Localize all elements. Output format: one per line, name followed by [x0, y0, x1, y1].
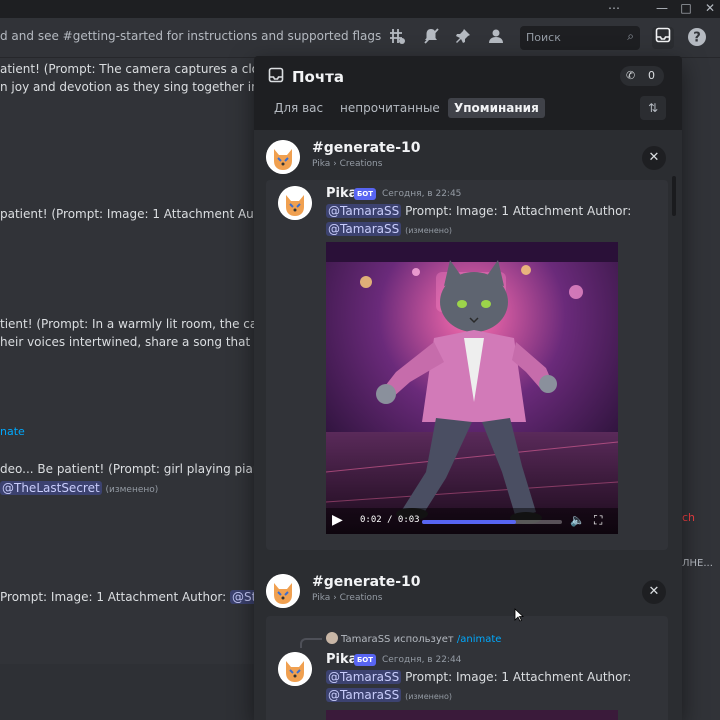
video-timestamp: 0:02 / 0:03 — [360, 515, 420, 525]
message-timestamp: Сегодня, в 22:45 — [382, 189, 462, 199]
chat-line: deo... Be patient! (Prompt: girl playing… — [0, 462, 272, 476]
members-icon[interactable] — [485, 27, 507, 49]
channel-path: Pika › Creations — [312, 159, 383, 169]
command-link[interactable]: nate — [0, 425, 25, 438]
chat-line: @TheLastSecret (изменено) — [0, 481, 158, 495]
play-icon[interactable]: ▶ — [332, 512, 343, 528]
scrollbar[interactable] — [672, 176, 676, 216]
help-icon[interactable]: ? — [686, 27, 708, 49]
inbox-icon — [268, 67, 286, 85]
video-progress — [422, 520, 516, 524]
sort-icon[interactable]: ⇅ — [640, 96, 666, 120]
svg-text:?: ? — [693, 31, 701, 46]
reply-connector — [300, 638, 322, 648]
inbox-title: Почта — [292, 68, 344, 86]
channel-name[interactable]: #generate-10 — [312, 140, 421, 156]
tab-mentions[interactable]: Упоминания — [448, 98, 545, 118]
user-mention[interactable]: @TamaraSS — [326, 670, 402, 684]
message-author[interactable]: Pika — [326, 652, 357, 667]
chat-line: patient! (Prompt: Image: 1 Attachment Au… — [0, 207, 267, 221]
reply-user: TamaraSS — [341, 634, 391, 645]
mute-icon[interactable] — [420, 27, 442, 49]
pika-avatar — [266, 140, 300, 174]
user-mention[interactable]: @TamaraSS — [326, 204, 402, 218]
video-attachment[interactable] — [326, 710, 618, 720]
maximize-button[interactable]: □ — [674, 0, 698, 18]
user-mention[interactable]: @TamaraSS — [326, 688, 402, 702]
window-titlebar: ⋯ — □ ✕ — [0, 0, 720, 18]
chat-divider-area — [0, 664, 254, 720]
search-input[interactable]: Поиск ⌕ — [520, 26, 640, 50]
message-text: @TamaraSS (изменено) — [326, 222, 452, 236]
fullscreen-icon[interactable]: ⛶ — [594, 513, 602, 528]
discord-window: ⋯ — □ ✕ d and see #getting-started for i… — [0, 0, 720, 720]
user-mention[interactable]: @TheLastSecret — [0, 481, 102, 495]
threads-icon[interactable] — [386, 27, 408, 49]
inbox-channel-row[interactable]: #generate-10 Pika › Creations ✕ — [254, 568, 682, 614]
chat-line: atient! (Prompt: The camera captures a c… — [0, 62, 285, 76]
bot-badge: БОТ — [354, 654, 376, 666]
phone-icon: ✆ — [626, 69, 636, 82]
bot-badge: БОТ — [354, 188, 376, 200]
mention-counter[interactable]: ✆ 0 — [620, 66, 664, 86]
mention-count: 0 — [648, 69, 655, 82]
reply-action: использует — [390, 634, 457, 645]
chat-line: n joy and devotion as they sing together… — [0, 80, 283, 94]
minimize-button[interactable]: — — [650, 0, 674, 18]
channel-path: Pika › Creations — [312, 593, 383, 603]
video-attachment[interactable]: ▶ 0:02 / 0:03 🔈 ⛶ — [326, 242, 618, 534]
chat-line-text: Prompt: Image: 1 Attachment Author: — [0, 590, 231, 604]
more-icon[interactable]: ⋯ — [602, 0, 626, 18]
search-placeholder: Поиск — [526, 31, 561, 44]
message-timestamp: Сегодня, в 22:44 — [382, 655, 462, 665]
message-text: @TamaraSS Prompt: Image: 1 Attachment Au… — [326, 670, 631, 684]
chat-fragment: ch — [682, 511, 696, 524]
chat-line: tient! (Prompt: In a warmly lit room, th… — [0, 317, 277, 331]
close-icon[interactable]: ✕ — [642, 146, 666, 170]
video-frame — [326, 242, 618, 534]
inbox-popout: Почта ✆ 0 Для вас непрочитанные Упоминан… — [254, 56, 682, 720]
pika-avatar — [266, 574, 300, 608]
user-mention[interactable]: @TamaraSS — [326, 222, 402, 236]
command-link[interactable]: /animate — [457, 634, 502, 645]
message-body: Prompt: Image: 1 Attachment Author: — [401, 670, 632, 684]
chat-line: heir voices intertwined, share a song th… — [0, 335, 273, 349]
avatar — [326, 632, 338, 644]
search-icon: ⌕ — [627, 29, 634, 43]
close-icon[interactable]: ✕ — [642, 580, 666, 604]
message-body: Prompt: Image: 1 Attachment Author: — [401, 204, 632, 218]
channel-header: d and see #getting-started for instructi… — [0, 18, 720, 58]
message-author[interactable]: Pika — [326, 186, 357, 201]
message-card: TamaraSS использует /animate Pika БОТ Се… — [266, 616, 668, 720]
edited-label: (изменено) — [405, 692, 453, 701]
inbox-icon[interactable] — [652, 27, 674, 49]
pika-avatar[interactable] — [278, 652, 312, 686]
tab-unread[interactable]: непрочитанные — [334, 98, 446, 118]
inbox-header: Почта ✆ 0 Для вас непрочитанные Упоминан… — [254, 56, 682, 130]
message-card: Pika БОТ Сегодня, в 22:45 @TamaraSS Prom… — [266, 180, 668, 550]
channel-topic[interactable]: d and see #getting-started for instructi… — [0, 29, 381, 43]
edited-label: (изменено) — [405, 226, 453, 235]
mouse-cursor — [514, 608, 524, 622]
chat-line: Prompt: Image: 1 Attachment Author: @Ste — [0, 590, 266, 604]
chat-fragment: ЛНЕ... — [682, 558, 713, 569]
reply-context[interactable]: TamaraSS использует /animate — [326, 632, 501, 645]
pin-icon[interactable] — [452, 27, 474, 49]
message-text: @TamaraSS Prompt: Image: 1 Attachment Au… — [326, 204, 631, 218]
video-controls: ▶ 0:02 / 0:03 🔈 ⛶ — [326, 508, 618, 534]
edited-label: (изменено) — [105, 485, 159, 495]
inbox-channel-row[interactable]: #generate-10 Pika › Creations ✕ — [254, 134, 682, 180]
channel-name[interactable]: #generate-10 — [312, 574, 421, 590]
close-window-button[interactable]: ✕ — [698, 0, 720, 18]
video-seekbar[interactable] — [422, 520, 562, 524]
volume-icon[interactable]: 🔈 — [570, 513, 585, 527]
pika-avatar[interactable] — [278, 186, 312, 220]
message-text: @TamaraSS (изменено) — [326, 688, 452, 702]
tab-for-you[interactable]: Для вас — [268, 98, 329, 118]
